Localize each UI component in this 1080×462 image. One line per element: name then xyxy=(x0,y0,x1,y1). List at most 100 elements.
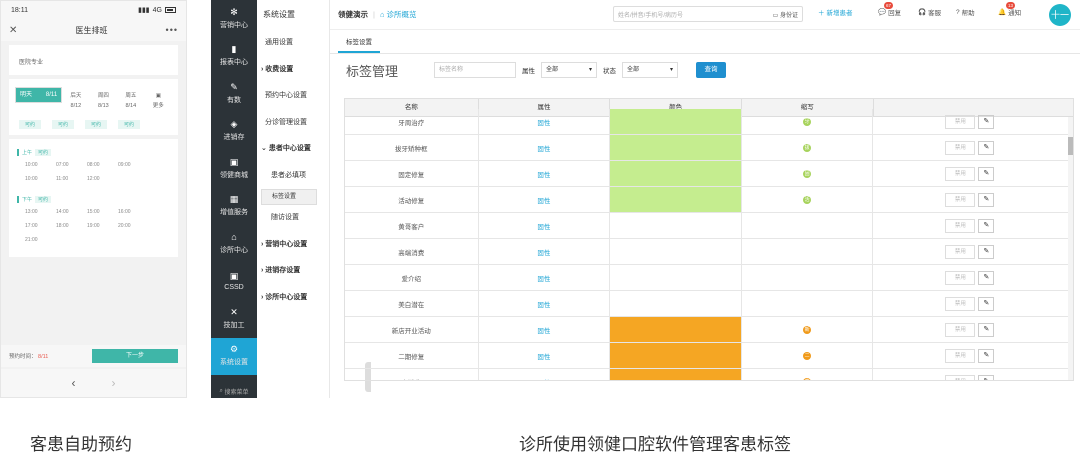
submenu-item[interactable]: › 诊所中心设置 xyxy=(257,285,329,312)
submenu-item[interactable]: 分诊管理设置 xyxy=(257,110,329,137)
submenu-item[interactable]: 随访设置 xyxy=(257,205,329,232)
table-row: 新店开业活动 固性 新 禁用 ✎ xyxy=(345,317,1073,343)
submenu-item[interactable]: › 营销中心设置 xyxy=(257,232,329,259)
sidebar-item[interactable]: ▣ 领健商城 xyxy=(211,150,257,188)
color-swatch xyxy=(610,187,741,212)
attr-select[interactable]: 全部 ▾ xyxy=(541,62,597,78)
forward-arrow-icon[interactable]: › xyxy=(112,376,116,390)
new-patient-button[interactable]: ＋ 新增患者 xyxy=(818,7,853,17)
sidebar-item[interactable]: ✎ 有数 xyxy=(211,75,257,113)
submenu-item[interactable]: 通用设置 xyxy=(257,30,329,57)
disable-button[interactable]: 禁用 xyxy=(945,166,976,181)
submenu-item-label: 诊所中心设置 xyxy=(265,293,308,301)
time-slot[interactable]: 16:00 xyxy=(110,209,141,215)
submenu-item[interactable]: 标签设置 xyxy=(261,189,317,205)
time-slot[interactable]: 21:00 xyxy=(17,237,48,243)
pencil-icon[interactable]: ✎ xyxy=(978,166,995,181)
tag-abbr-cell xyxy=(742,265,874,290)
sidebar-search[interactable]: ⌕ 搜索菜单 xyxy=(211,384,257,398)
sidebar-item[interactable]: ▮ 报表中心 xyxy=(211,38,257,76)
avatar[interactable]: 十一 xyxy=(1049,4,1071,26)
pencil-icon[interactable]: ✎ xyxy=(978,140,995,155)
time-slot[interactable]: 14:00 xyxy=(48,209,79,215)
disable-button[interactable]: 禁用 xyxy=(945,374,976,380)
tag-name-input[interactable]: 标签名称 xyxy=(434,62,516,78)
submenu-item[interactable]: › 进销存设置 xyxy=(257,258,329,285)
pencil-icon[interactable]: ✎ xyxy=(978,296,995,311)
disable-button[interactable]: 禁用 xyxy=(945,192,976,207)
help-button[interactable]: ? 帮助 xyxy=(956,7,975,18)
time-slot[interactable]: 13:00 xyxy=(17,209,48,215)
clinic-overview-link[interactable]: ⌂ 诊所概览 xyxy=(380,9,417,20)
time-slot[interactable]: 12:00 xyxy=(79,176,110,182)
time-slot[interactable]: 11:00 xyxy=(48,176,79,182)
submenu-item[interactable]: › 收费设置 xyxy=(257,57,329,84)
day-option[interactable]: ▣ 更多 xyxy=(145,87,172,117)
tag-attr-cell: 固性 xyxy=(479,369,611,380)
pencil-icon[interactable]: ✎ xyxy=(978,192,995,207)
time-slot[interactable]: 07:00 xyxy=(48,162,79,168)
day-option[interactable]: 后天 8/12 xyxy=(62,87,89,117)
sidebar-item[interactable]: ✕ 技加工 xyxy=(211,300,257,338)
time-slot[interactable]: 17:00 xyxy=(17,223,48,229)
time-slot[interactable]: 08:00 xyxy=(79,162,110,168)
chat-icon: 💬 xyxy=(878,9,887,16)
back-arrow-icon[interactable]: ‹ xyxy=(72,376,76,390)
time-slot[interactable]: 19:00 xyxy=(79,223,110,229)
status-select[interactable]: 全部 ▾ xyxy=(622,62,678,78)
sidebar-item[interactable]: ⚙ 系统设置 xyxy=(211,337,257,375)
sidebar-item[interactable]: ▣ CSSD xyxy=(211,263,257,301)
abbr-badge: 牙 xyxy=(803,117,812,126)
time-slot[interactable]: 09:00 xyxy=(110,162,141,168)
more-icon[interactable]: ••• xyxy=(166,25,178,35)
submenu-item[interactable]: ⌄ 患者中心设置 xyxy=(257,136,329,163)
disable-button[interactable]: 禁用 xyxy=(945,270,976,285)
sidebar-item[interactable]: ⌂ 诊所中心 xyxy=(211,225,257,263)
day-date: 8/11 xyxy=(45,92,58,98)
pencil-icon[interactable]: ✎ xyxy=(978,114,995,129)
submenu-item[interactable]: 预约中心设置 xyxy=(257,83,329,110)
notice-button[interactable]: 🔔 通知 13 xyxy=(998,2,1021,17)
service-button[interactable]: 🎧 客服 xyxy=(918,7,941,17)
disable-button[interactable]: 禁用 xyxy=(945,348,976,363)
sidebar-item[interactable]: ◈ 进销存 xyxy=(211,113,257,151)
scrollbar-thumb[interactable] xyxy=(1068,137,1073,155)
next-step-button[interactable]: 下一步 xyxy=(92,349,178,363)
time-slot[interactable]: 20:00 xyxy=(110,223,141,229)
disable-button[interactable]: 禁用 xyxy=(945,218,976,233)
tab-tag-settings[interactable]: 标签设置 xyxy=(338,36,380,53)
plus-icon: ＋ xyxy=(818,10,825,17)
submenu-item-label: 标签设置 xyxy=(272,194,297,200)
search-icon: ⌕ xyxy=(219,387,223,394)
day-option[interactable]: 明天 8/11 xyxy=(15,87,63,103)
time-slot[interactable]: 18:00 xyxy=(48,223,79,229)
patient-search-input[interactable]: 姓名/拼音/手机号/病历号 ▭ 身份证 xyxy=(613,6,803,22)
pencil-icon[interactable]: ✎ xyxy=(978,322,995,337)
disable-button[interactable]: 禁用 xyxy=(945,114,976,129)
sidebar-item[interactable]: ▦ 增值服务 xyxy=(211,188,257,226)
day-option[interactable]: 周四 8/13 xyxy=(90,87,117,117)
tag-abbr-cell: 新 xyxy=(742,317,874,342)
date-picker: 明天 8/11 后天 8/12 周四 8/13 周五 8/14 ▣ 更多 可约 可约 可约 可约 xyxy=(9,79,178,135)
pencil-icon[interactable]: ✎ xyxy=(978,270,995,285)
disable-button[interactable]: 禁用 xyxy=(945,322,976,337)
time-slot[interactable]: 10:00 xyxy=(17,162,48,168)
tag-name-cell: 高端消费 xyxy=(345,239,479,264)
disable-button[interactable]: 禁用 xyxy=(945,296,976,311)
day-option[interactable]: 周五 8/14 xyxy=(117,87,144,117)
table-scrollbar[interactable] xyxy=(1068,117,1073,380)
submenu-item[interactable]: 患者必填项 xyxy=(257,163,329,190)
messages-button[interactable]: 💬 回复 67 xyxy=(878,2,901,17)
time-slot[interactable]: 15:00 xyxy=(79,209,110,215)
disable-button[interactable]: 禁用 xyxy=(945,244,976,259)
id-card-button[interactable]: ▭ 身份证 xyxy=(773,10,798,19)
time-slot[interactable]: 10:00 xyxy=(17,176,48,182)
pencil-icon[interactable]: ✎ xyxy=(978,218,995,233)
pencil-icon[interactable]: ✎ xyxy=(978,348,995,363)
sidebar-item[interactable]: ✻ 营销中心 xyxy=(211,0,257,38)
pencil-icon[interactable]: ✎ xyxy=(978,374,995,380)
query-button[interactable]: 查询 xyxy=(696,62,726,78)
pencil-icon[interactable]: ✎ xyxy=(978,244,995,259)
close-icon[interactable]: ✕ xyxy=(9,25,17,36)
disable-button[interactable]: 禁用 xyxy=(945,140,976,155)
